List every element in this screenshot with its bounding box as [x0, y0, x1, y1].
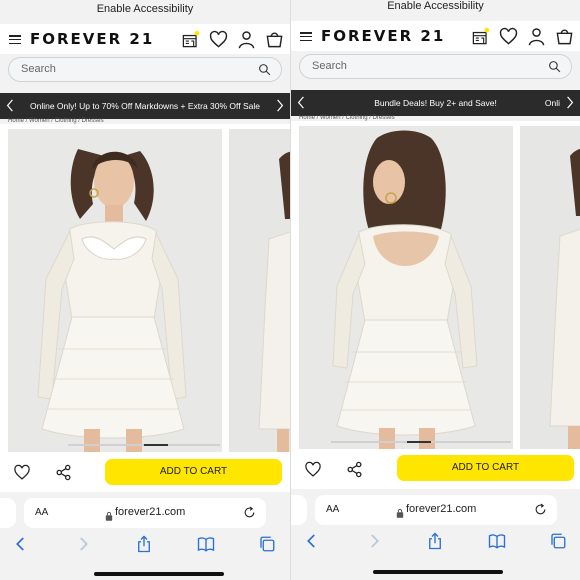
gallery-scroll-indicator: [331, 441, 511, 443]
store-icon[interactable]: [181, 30, 200, 49]
wishlist-heart-icon[interactable]: [13, 464, 31, 481]
search-icon[interactable]: [258, 63, 271, 76]
forward-icon[interactable]: [74, 535, 92, 553]
add-to-cart-button[interactable]: ADD TO CART: [105, 459, 282, 485]
product-image-next[interactable]: [520, 126, 580, 453]
bookmarks-icon[interactable]: [488, 532, 506, 550]
add-to-cart-button[interactable]: ADD TO CART: [397, 455, 574, 481]
share-sheet-icon[interactable]: [426, 532, 444, 550]
share-sheet-icon[interactable]: [135, 535, 153, 553]
share-icon[interactable]: [55, 464, 72, 481]
site-header: FOREVER 21: [0, 24, 290, 54]
store-icon[interactable]: [471, 27, 490, 46]
right-screenshot: Enable Accessibility FOREVER 21 Search B…: [290, 0, 580, 580]
bag-icon[interactable]: [265, 30, 284, 49]
menu-icon[interactable]: [9, 35, 21, 45]
home-indicator: [373, 570, 503, 574]
heart-icon[interactable]: [209, 30, 228, 49]
lock-icon: [105, 508, 113, 518]
bookmarks-icon[interactable]: [197, 535, 215, 553]
reload-icon[interactable]: [534, 503, 547, 516]
site-header: FOREVER 21: [291, 21, 580, 51]
previous-tab-stub: [291, 495, 307, 525]
url-text: forever21.com: [115, 506, 186, 518]
chevron-right-icon[interactable]: [276, 99, 284, 112]
tabs-icon[interactable]: [549, 532, 567, 550]
search-input[interactable]: Search: [8, 57, 282, 82]
browser-address-bar[interactable]: AA forever21.com: [24, 498, 266, 528]
menu-icon[interactable]: [300, 32, 312, 42]
enable-accessibility-link[interactable]: Enable Accessibility: [291, 0, 580, 12]
bag-icon[interactable]: [555, 27, 574, 46]
product-action-bar: ADD TO CART: [0, 452, 290, 492]
browser-toolbar: [0, 535, 290, 555]
text-size-button[interactable]: AA: [35, 507, 48, 518]
product-gallery[interactable]: [291, 121, 580, 453]
product-action-bar: ADD TO CART: [291, 449, 580, 489]
product-image-next[interactable]: [229, 129, 290, 456]
back-icon[interactable]: [303, 532, 321, 550]
back-icon[interactable]: [12, 535, 30, 553]
search-placeholder: Search: [312, 60, 347, 72]
url-text: forever21.com: [406, 503, 477, 515]
next-promo-text: Onli: [544, 98, 560, 108]
browser-toolbar: [291, 532, 580, 552]
promo-banner[interactable]: Online Only! Up to 70% Off Markdowns + E…: [0, 93, 290, 119]
brand-logo[interactable]: FOREVER 21: [321, 27, 445, 45]
reload-icon[interactable]: [243, 506, 256, 519]
browser-address-bar[interactable]: AA forever21.com: [315, 495, 557, 525]
search-placeholder: Search: [21, 63, 56, 75]
heart-icon[interactable]: [499, 27, 518, 46]
product-gallery[interactable]: [0, 124, 290, 456]
account-icon[interactable]: [527, 27, 546, 46]
account-icon[interactable]: [237, 30, 256, 49]
promo-text: Online Only! Up to 70% Off Markdowns + E…: [29, 101, 260, 111]
wishlist-heart-icon[interactable]: [304, 461, 322, 478]
promo-banner[interactable]: Bundle Deals! Buy 2+ and Save! Onli: [291, 90, 580, 116]
brand-logo[interactable]: FOREVER 21: [30, 30, 154, 48]
product-image-back[interactable]: [299, 126, 513, 453]
chevron-right-icon[interactable]: [566, 96, 574, 109]
previous-tab-stub: [0, 498, 16, 528]
promo-text: Bundle Deals! Buy 2+ and Save!: [374, 98, 497, 108]
text-size-button[interactable]: AA: [326, 504, 339, 515]
enable-accessibility-link[interactable]: Enable Accessibility: [0, 3, 290, 15]
search-input[interactable]: Search: [299, 54, 572, 79]
tabs-icon[interactable]: [258, 535, 276, 553]
forward-icon[interactable]: [365, 532, 383, 550]
product-image-front[interactable]: [8, 129, 222, 456]
share-icon[interactable]: [346, 461, 363, 478]
search-icon[interactable]: [548, 60, 561, 73]
lock-icon: [396, 505, 404, 515]
gallery-scroll-indicator: [68, 444, 220, 446]
left-screenshot: Enable Accessibility FOREVER 21 Search O…: [0, 0, 290, 580]
home-indicator: [94, 572, 224, 576]
